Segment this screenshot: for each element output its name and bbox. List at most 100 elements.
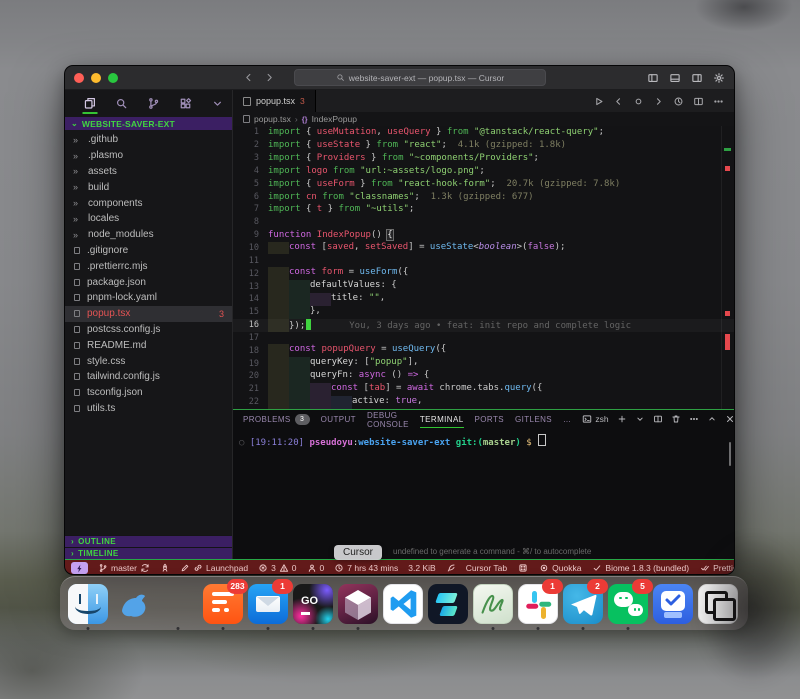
command-center-search[interactable]: website-saver-ext — popup.tsx — Cursor	[294, 69, 546, 86]
outline-section[interactable]: › OUTLINE	[65, 535, 232, 547]
panel-more[interactable]	[689, 414, 699, 424]
status-cursor-tab[interactable]: Cursor Tab	[466, 563, 507, 573]
file-build[interactable]: »build	[65, 179, 232, 195]
panel-tab-…[interactable]: …	[563, 410, 571, 428]
dock-app-follow[interactable]: 283	[203, 584, 243, 624]
file-style.css[interactable]: style.css	[65, 353, 232, 369]
activity-extensions[interactable]	[178, 94, 194, 114]
status-biome[interactable]: Biome 1.8.3 (bundled)	[592, 563, 689, 573]
terminal[interactable]: ○ [19:11:20] pseudoyu:website-saver-ext …	[233, 428, 734, 559]
dock-app-slack[interactable]: 1	[518, 584, 558, 624]
dock-app-clipper[interactable]	[698, 584, 738, 624]
code-token: :	[385, 396, 396, 406]
zoom-window-button[interactable]	[108, 73, 118, 83]
dock-app-things[interactable]	[653, 584, 693, 624]
file-name: postcss.config.js	[87, 324, 160, 335]
layout-sidebar-left-icon[interactable]	[647, 72, 659, 84]
more-icon[interactable]	[713, 96, 724, 107]
code-token: active	[352, 396, 385, 406]
panel-tab-ports[interactable]: PORTS	[475, 410, 504, 428]
activity-chevron-down[interactable]	[210, 94, 226, 114]
file-name: components	[88, 198, 142, 209]
kill-terminal[interactable]	[671, 414, 681, 424]
dock-app-vscode[interactable]	[383, 584, 423, 624]
history-icon[interactable]	[673, 96, 684, 107]
dock-app-audio-waves[interactable]	[158, 584, 198, 624]
status-git-branch[interactable]: master	[98, 563, 150, 573]
timeline-section[interactable]: › TIMELINE	[65, 547, 232, 559]
dock-app-cursor[interactable]	[338, 584, 378, 624]
tab-popup-tsx[interactable]: popup.tsx 3	[233, 90, 316, 112]
terminal-picker[interactable]	[635, 414, 645, 424]
status-launchpad[interactable]: Launchpad	[180, 563, 248, 573]
code-token: ;	[409, 204, 414, 214]
nav-circle-icon[interactable]	[633, 96, 644, 107]
status-quokka[interactable]: Quokka	[539, 563, 581, 573]
nav-forward-icon[interactable]	[653, 96, 664, 107]
file-node_modules[interactable]: »node_modules	[65, 227, 232, 243]
dock-app-sketch-notes[interactable]	[473, 584, 513, 624]
explorer-section-header[interactable]: ⌄ WEBSITE-SAVER-EXT	[65, 117, 232, 130]
settings-gear-icon[interactable]	[713, 72, 725, 84]
file-utils.ts[interactable]: utils.ts	[65, 401, 232, 417]
panel-tab-output[interactable]: OUTPUT	[321, 410, 356, 428]
panel-tab-debug-console[interactable]: DEBUG CONSOLE	[367, 410, 409, 428]
split-terminal[interactable]	[653, 414, 663, 424]
nav-back-icon[interactable]	[613, 96, 624, 107]
file-pnpm-lock.yaml[interactable]: pnpm-lock.yaml	[65, 290, 232, 306]
dock-app-goland[interactable]: GO	[293, 584, 333, 624]
panel-tab-terminal[interactable]: TERMINAL	[420, 410, 464, 428]
file-postcss.config.js[interactable]: postcss.config.js	[65, 322, 232, 338]
link-icon	[193, 563, 203, 573]
file-components[interactable]: »components	[65, 195, 232, 211]
status-tab-toggle[interactable]	[518, 563, 528, 573]
status-remote[interactable]	[71, 562, 88, 574]
file-.github[interactable]: ».github	[65, 132, 232, 148]
file-tsconfig.json[interactable]: tsconfig.json	[65, 385, 232, 401]
file-.plasmo[interactable]: ».plasmo	[65, 148, 232, 164]
activity-files[interactable]	[82, 94, 98, 114]
layout-panel-icon[interactable]	[669, 72, 681, 84]
file-.prettierrc.mjs[interactable]: .prettierrc.mjs	[65, 258, 232, 274]
status-problems[interactable]: 30	[258, 563, 296, 573]
new-terminal[interactable]	[617, 414, 627, 424]
dock-app-wechat[interactable]: 5	[608, 584, 648, 624]
file-locales[interactable]: »locales	[65, 211, 232, 227]
file-popup.tsx[interactable]: popup.tsx3	[65, 306, 232, 322]
breadcrumb[interactable]: popup.tsx › {} IndexPopup	[233, 112, 734, 126]
close-panel[interactable]	[725, 414, 735, 424]
split-editor-icon[interactable]	[693, 96, 704, 107]
terminal-scrollbar[interactable]	[729, 442, 731, 466]
dock-app-fox-reader[interactable]	[113, 584, 153, 624]
run-icon[interactable]	[593, 96, 604, 107]
nav-back-icon[interactable]	[243, 72, 254, 83]
file-tailwind.config.js[interactable]: tailwind.config.js	[65, 369, 232, 385]
panel-tab-gitlens[interactable]: GITLENS	[515, 410, 552, 428]
activity-search[interactable]	[114, 94, 130, 114]
status-feedback[interactable]: 0	[307, 563, 325, 573]
nav-forward-icon[interactable]	[264, 72, 275, 83]
shell[interactable]: zsh	[582, 414, 608, 424]
dock-app-warp[interactable]	[428, 584, 468, 624]
file-name: tsconfig.json	[87, 387, 143, 398]
code-editor[interactable]: 1import { useMutation, useQuery } from "…	[233, 126, 734, 409]
status-wakatime[interactable]: 7 hrs 43 mins	[334, 563, 398, 573]
status-plasmo[interactable]	[160, 563, 170, 573]
dock-app-mail[interactable]: 1	[248, 584, 288, 624]
close-window-button[interactable]	[74, 73, 84, 83]
status-quill[interactable]	[446, 563, 456, 573]
file-README.md[interactable]: README.md	[65, 337, 232, 353]
file-.gitignore[interactable]: .gitignore	[65, 243, 232, 259]
panel-tab-problems[interactable]: PROBLEMS3	[243, 410, 310, 428]
activity-source-control[interactable]	[146, 94, 162, 114]
indent-guide	[331, 396, 352, 409]
layout-sidebar-right-icon[interactable]	[691, 72, 703, 84]
status-prettier[interactable]: Prettier	[700, 563, 735, 573]
dock-app-telegram[interactable]: 2	[563, 584, 603, 624]
maximize-panel[interactable]	[707, 414, 717, 424]
minimize-window-button[interactable]	[91, 73, 101, 83]
file-package.json[interactable]: package.json	[65, 274, 232, 290]
file-assets[interactable]: »assets	[65, 164, 232, 180]
dock-app-finder[interactable]	[68, 584, 108, 624]
status-filesize[interactable]: 3.2 KiB	[408, 563, 435, 573]
